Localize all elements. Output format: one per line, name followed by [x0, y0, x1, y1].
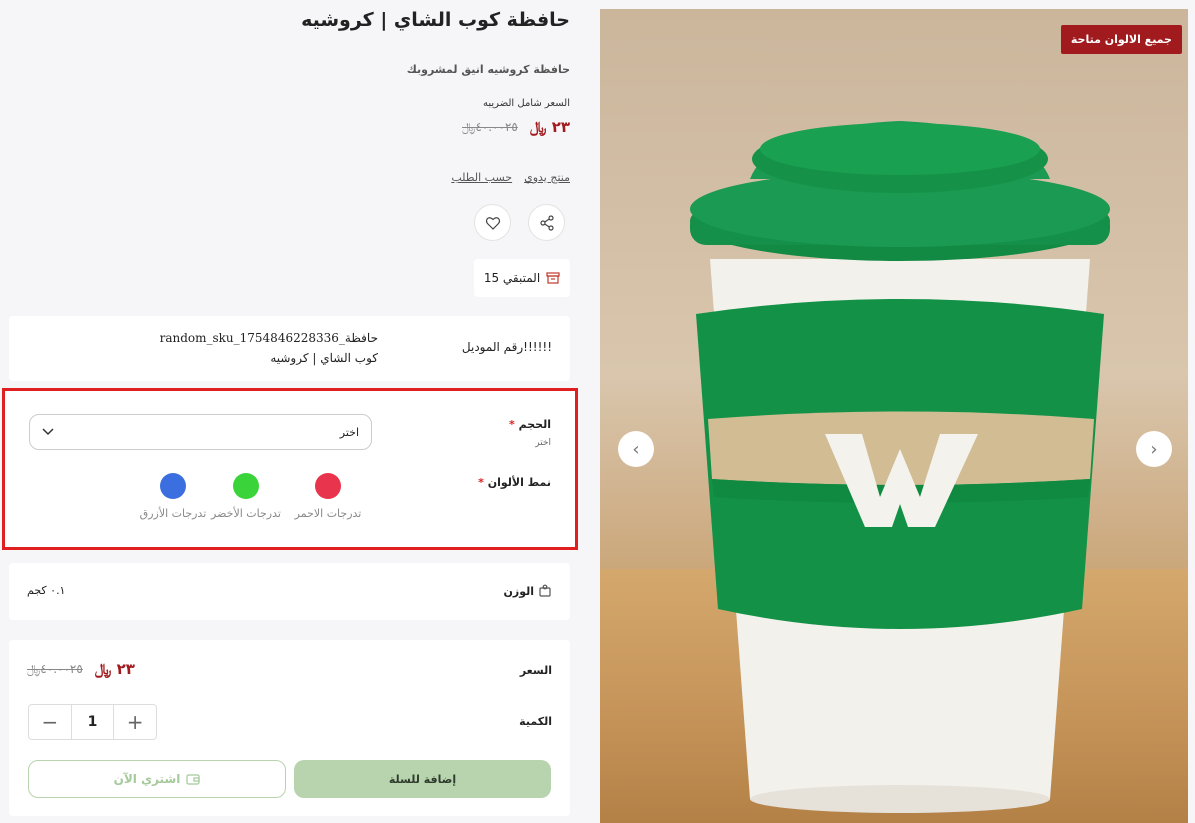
buy-now-button[interactable]: اشتري الآن: [28, 760, 286, 798]
color-option-red[interactable]: تدرجات الاحمر: [293, 473, 363, 520]
tax-note: السعر شامل الضريبه: [483, 98, 570, 109]
color-label-green: تدرجات الأخضر: [211, 507, 281, 520]
chevron-right-icon: ›: [1150, 438, 1158, 460]
model-values: حافظة_random_sku_1754846228336 كوب الشاي…: [160, 328, 378, 368]
weight-card: الوزن ٠.١ كجم: [9, 563, 570, 620]
size-label: الحجم *: [509, 418, 551, 431]
product-gallery[interactable]: جميع الالوان متاحة ‹ ›: [600, 9, 1188, 823]
weight-label: الوزن: [503, 584, 552, 598]
color-label-blue: تدرجات الأزرق: [139, 507, 207, 520]
gallery-prev-button[interactable]: ‹: [618, 431, 654, 467]
price-row: ٢٣ ﷼ ٤٠.٠٠٢٥﷼: [462, 118, 570, 136]
color-label-red: تدرجات الاحمر: [294, 507, 362, 520]
stock-text: المتبقي 15: [483, 271, 541, 285]
product-tags: منتج يدوي حسب الطلب: [451, 171, 570, 184]
size-hint: اختر: [535, 438, 551, 448]
price-label: السعر: [519, 664, 552, 677]
all-colors-badge: جميع الالوان متاحة: [1060, 25, 1182, 54]
minus-icon: −: [41, 710, 59, 734]
model-name: كوب الشاي | كروشيه: [270, 351, 378, 365]
wallet-icon: [186, 774, 200, 785]
weight-value: ٠.١ كجم: [27, 584, 66, 597]
wishlist-button[interactable]: [474, 204, 511, 241]
quantity-label: الكمية: [519, 715, 552, 728]
gallery-next-button[interactable]: ›: [1136, 431, 1172, 467]
size-select-value: اختر: [339, 425, 359, 439]
color-pattern-label: نمط الألوان *: [478, 476, 551, 489]
box-icon: [546, 272, 560, 284]
stock-indicator: المتبقي 15: [474, 259, 570, 297]
old-price: ٤٠.٠٠٢٥﷼: [462, 119, 518, 134]
red-swatch: [315, 473, 341, 499]
current-price: ٢٣ ﷼: [529, 118, 570, 136]
purchase-price-old: ٤٠.٠٠٢٥﷼: [27, 661, 83, 676]
chevron-left-icon: ‹: [632, 438, 640, 460]
add-to-cart-button[interactable]: إضافة للسلة: [294, 760, 551, 798]
plus-icon: +: [126, 710, 144, 734]
color-option-blue[interactable]: تدرجات الأزرق: [138, 473, 208, 520]
chevron-down-icon: [42, 428, 54, 436]
color-option-green[interactable]: تدرجات الأخضر: [211, 473, 281, 520]
weight-icon: [539, 584, 551, 597]
product-options: الحجم * اختر اختر نمط الألوان * تدرجات ا…: [2, 388, 578, 550]
quantity-stepper: − 1 +: [28, 704, 157, 740]
model-sku: حافظة_random_sku_1754846228336: [159, 331, 378, 345]
green-swatch: [233, 473, 259, 499]
quantity-value[interactable]: 1: [70, 705, 115, 739]
decrease-quantity-button[interactable]: −: [29, 705, 71, 739]
product-title: حافظة كوب الشاي | كروشيه: [301, 9, 570, 31]
product-subtitle: حافظة كروشيه انيق لمشروبك: [406, 63, 570, 76]
model-number-label: !!!!!!رقم الموديل: [461, 340, 552, 354]
product-image: [690, 121, 1110, 813]
purchase-price: ٢٣ ﷼ ٤٠.٠٠٢٥﷼: [27, 660, 135, 678]
purchase-card: السعر ٢٣ ﷼ ٤٠.٠٠٢٥﷼ الكمية − 1 + إضافة ل…: [9, 640, 570, 816]
increase-quantity-button[interactable]: +: [114, 705, 156, 739]
share-icon: [539, 214, 554, 231]
model-card: !!!!!!رقم الموديل حافظة_random_sku_17548…: [9, 316, 570, 381]
purchase-price-now: ٢٣ ﷼: [94, 660, 135, 678]
tag-made-to-order[interactable]: حسب الطلب: [451, 171, 512, 184]
size-select[interactable]: اختر: [29, 414, 372, 450]
heart-icon: [485, 216, 500, 230]
blue-swatch: [160, 473, 186, 499]
tag-handmade[interactable]: منتج يدوي: [524, 171, 570, 184]
share-button[interactable]: [528, 204, 565, 241]
